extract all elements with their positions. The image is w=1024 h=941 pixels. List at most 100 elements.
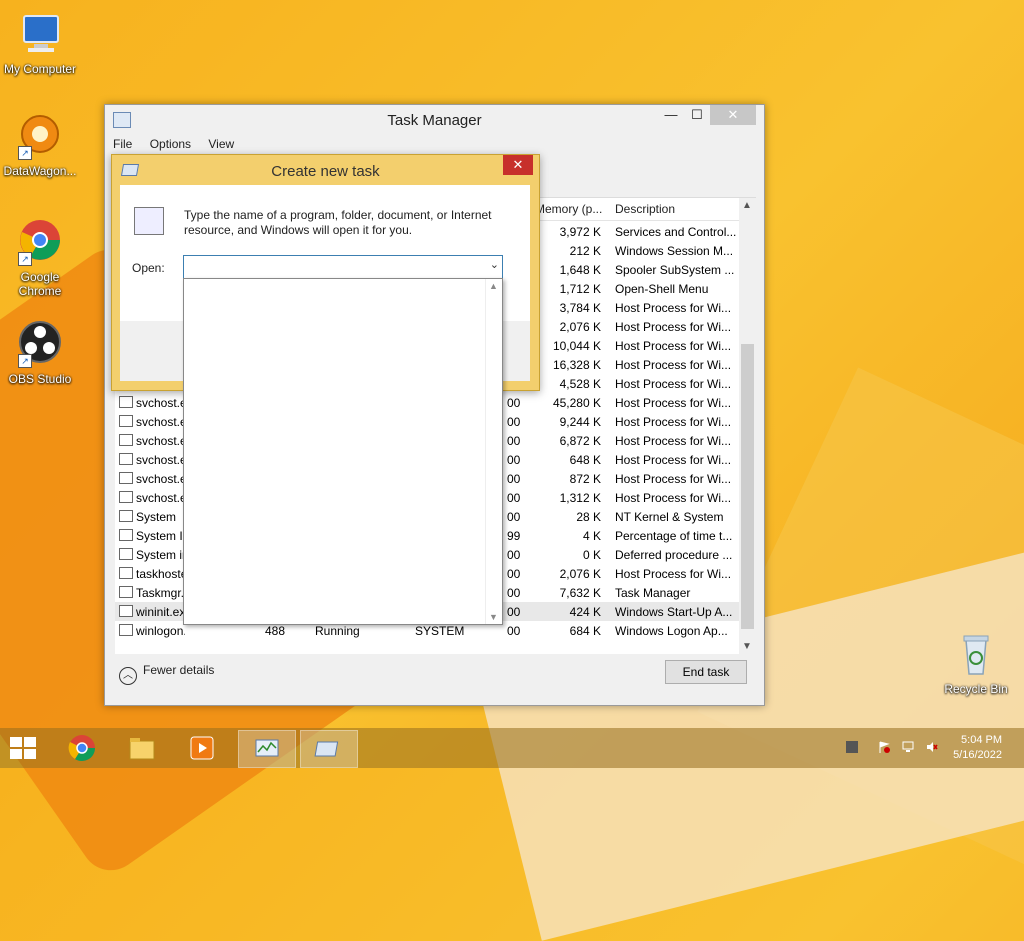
process-description: Host Process for Wi... [615, 339, 732, 353]
process-name-text: svchost.e [136, 472, 185, 486]
clock-date: 5/16/2022 [953, 749, 1002, 761]
taskbar-media-player[interactable] [174, 730, 230, 766]
process-description: Host Process for Wi... [615, 491, 732, 505]
scroll-down-icon[interactable]: ▼ [742, 641, 752, 652]
process-name-text: svchost.e [136, 434, 185, 448]
obs-icon: ↗ [16, 320, 64, 368]
title-bar[interactable]: Task Manager — ☐ ✕ [105, 105, 764, 133]
fewer-details-button[interactable]: ︿ Fewer details [119, 663, 214, 685]
process-icon [119, 529, 133, 541]
desktop-icon-obs[interactable]: ↗ OBS Studio [0, 320, 80, 386]
process-description: Host Process for Wi... [615, 301, 732, 315]
process-memory: 0 K [582, 548, 601, 562]
process-name: svchost.e [119, 453, 185, 467]
clock[interactable]: 5:04 PM 5/16/2022 [953, 733, 1002, 763]
process-memory: 684 K [569, 624, 601, 638]
menu-options[interactable]: Options [150, 133, 191, 155]
chevron-up-icon: ︿ [119, 667, 137, 685]
volume-muted-icon[interactable] [926, 741, 938, 753]
dialog-close-button[interactable]: ✕ [503, 155, 533, 175]
process-name: svchost.e [119, 434, 185, 448]
process-memory: 1,712 K [559, 282, 601, 296]
process-memory: 1,312 K [559, 491, 601, 505]
desktop-icon-chrome[interactable]: ↗ Google Chrome [0, 218, 80, 298]
chrome-icon [68, 735, 96, 762]
scroll-up-icon[interactable]: ▲ [489, 281, 498, 291]
process-name-text: svchost.e [136, 415, 185, 429]
scrollbar-thumb[interactable] [741, 344, 754, 629]
desktop-icon-my-computer[interactable]: My Computer [0, 10, 80, 76]
process-memory: 424 K [569, 605, 601, 619]
network-icon[interactable] [902, 741, 914, 753]
taskbar-task-manager[interactable] [238, 730, 296, 768]
process-icon [119, 605, 133, 617]
process-memory: 45,280 K [552, 396, 601, 410]
process-memory: 6,872 K [559, 434, 601, 448]
open-label: Open: [132, 261, 165, 275]
taskbar-file-explorer[interactable] [114, 730, 170, 766]
process-name-text: svchost.e [136, 453, 185, 467]
process-user: SYSTEM [415, 624, 465, 638]
stop-icon[interactable] [846, 741, 858, 753]
end-task-button[interactable]: End task [665, 660, 747, 684]
process-memory: 4 K [582, 529, 601, 543]
open-dropdown-list[interactable]: ▲ ▼ [183, 278, 503, 625]
process-name-text: System [136, 510, 177, 524]
chevron-down-icon[interactable]: ⌄ [490, 258, 499, 271]
scroll-up-icon[interactable]: ▲ [742, 200, 752, 211]
process-memory: 7,632 K [559, 586, 601, 600]
process-description: Open-Shell Menu [615, 282, 709, 296]
menu-view[interactable]: View [208, 133, 234, 155]
process-name: System [119, 510, 185, 524]
minimize-button[interactable]: — [658, 105, 684, 125]
process-icon [119, 567, 133, 579]
dialog-title-bar[interactable]: Create new task ✕ [112, 155, 539, 185]
taskbar: 5:04 PM 5/16/2022 [0, 728, 1024, 768]
process-memory: 1,648 K [559, 263, 601, 277]
desktop-icon-label: DataWagon... [3, 164, 77, 178]
file-explorer-icon [129, 738, 155, 760]
process-memory: 648 K [569, 453, 601, 467]
process-icon [119, 548, 133, 560]
process-memory: 3,784 K [559, 301, 601, 315]
process-description: Windows Start-Up A... [615, 605, 733, 619]
program-icon [134, 207, 164, 235]
process-status: Running [315, 624, 360, 638]
media-player-icon [190, 736, 214, 760]
process-description: Windows Session M... [615, 244, 734, 258]
close-button[interactable]: ✕ [710, 105, 756, 125]
desktop-icon-recycle-bin[interactable]: Recycle Bin [936, 630, 1016, 696]
scroll-down-icon[interactable]: ▼ [489, 612, 498, 622]
process-icon [119, 434, 133, 446]
process-description: Host Process for Wi... [615, 472, 732, 486]
process-name-text: svchost.e [136, 491, 185, 505]
desktop-icon-datawagon[interactable]: ↗ DataWagon... [0, 112, 80, 178]
process-memory: 2,076 K [559, 567, 601, 581]
vertical-scrollbar[interactable]: ▲ ▼ [739, 198, 756, 654]
desktop-icon-label: OBS Studio [8, 372, 72, 386]
process-description: Host Process for Wi... [615, 415, 732, 429]
process-name: svchost.e [119, 396, 185, 410]
open-combobox[interactable]: ⌄ [183, 255, 503, 279]
desktop-icon-label: My Computer [3, 62, 77, 76]
process-icon [119, 396, 133, 408]
process-name: svchost.e [119, 472, 185, 486]
menu-file[interactable]: File [113, 133, 132, 155]
start-icon[interactable] [10, 737, 36, 759]
process-icon [119, 510, 133, 522]
process-description: Host Process for Wi... [615, 377, 732, 391]
column-header-description[interactable]: Description [615, 202, 675, 216]
taskbar-run-dialog[interactable] [300, 730, 358, 768]
process-memory: 16,328 K [552, 358, 601, 372]
process-memory: 4,528 K [559, 377, 601, 391]
maximize-button[interactable]: ☐ [684, 105, 710, 125]
dropdown-scrollbar[interactable]: ▲ ▼ [485, 279, 502, 624]
clock-time: 5:04 PM [961, 734, 1002, 746]
process-memory: 2,076 K [559, 320, 601, 334]
process-icon [119, 624, 133, 636]
process-name-text: taskhoste [136, 567, 185, 581]
flag-alert-icon[interactable] [878, 741, 890, 753]
column-header-memory[interactable]: Memory (p... [535, 202, 602, 216]
desktop-icon-label: Google Chrome [18, 270, 62, 298]
taskbar-chrome[interactable] [54, 730, 110, 766]
